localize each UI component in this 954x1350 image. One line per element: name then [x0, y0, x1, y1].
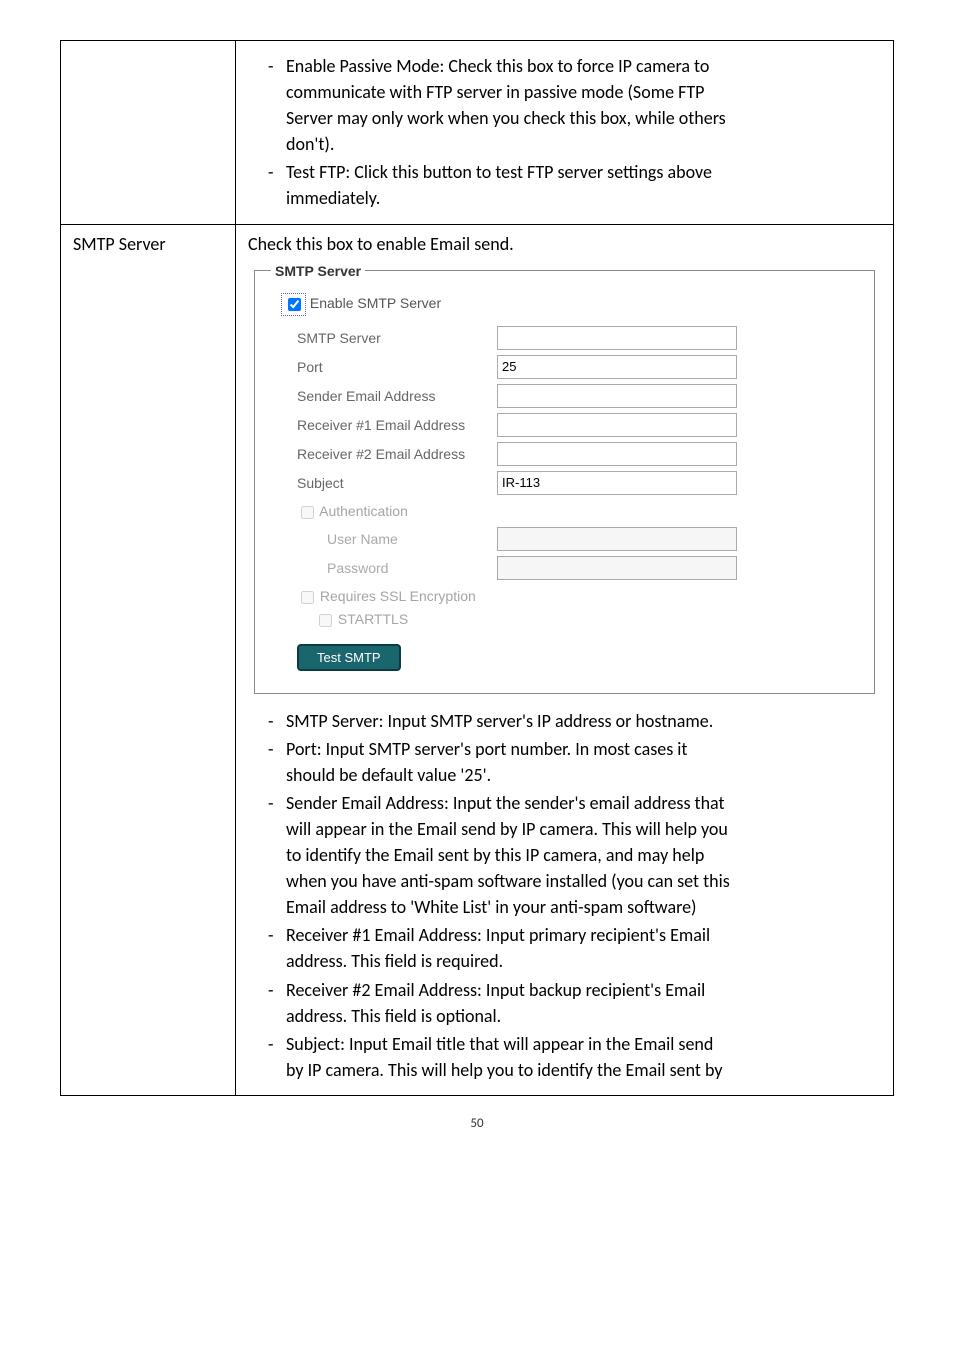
text-line: Enable Passive Mode: Check this box to f… — [286, 55, 709, 77]
intro-text: Check this box to enable Email send. — [248, 233, 881, 255]
recv2-input[interactable] — [497, 442, 737, 466]
text-line: Sender Email Address: Input the sender's… — [286, 792, 725, 814]
pass-label: Password — [297, 560, 497, 576]
user-label: User Name — [297, 531, 497, 547]
document-table: Enable Passive Mode: Check this box to f… — [60, 40, 894, 1096]
subject-label: Subject — [297, 475, 497, 491]
sender-input[interactable] — [497, 384, 737, 408]
text-line: don't). — [286, 133, 334, 155]
ssl-label: Requires SSL Encryption — [320, 588, 476, 604]
starttls-label: STARTTLS — [338, 611, 408, 627]
row1-right-cell: Check this box to enable Email send. SMT… — [236, 224, 894, 1095]
test-smtp-button[interactable]: Test SMTP — [297, 644, 401, 671]
smtp-server-label: SMTP Server — [297, 330, 497, 346]
smtp-fieldset: SMTP Server Enable SMTP Server SMTP Serv… — [254, 263, 875, 694]
page-number: 50 — [60, 1116, 894, 1131]
text-line: address. This field is required. — [286, 950, 503, 972]
text-line: Email address to 'White List' in your an… — [286, 896, 697, 918]
bullet-recv1: Receiver #1 Email Address: Input primary… — [268, 922, 881, 974]
row0-left-cell — [61, 41, 236, 225]
port-input[interactable] — [497, 355, 737, 379]
user-input[interactable] — [497, 527, 737, 551]
pass-input[interactable] — [497, 556, 737, 580]
enable-smtp-label: Enable SMTP Server — [310, 295, 441, 311]
row0-right-cell: Enable Passive Mode: Check this box to f… — [236, 41, 894, 225]
text-line: immediately. — [286, 187, 380, 209]
enable-smtp-wrap — [281, 293, 306, 316]
recv1-label: Receiver #1 Email Address — [297, 417, 497, 433]
bullet-smtp-server: SMTP Server: Input SMTP server's IP addr… — [268, 708, 881, 734]
text-line: when you have anti-spam software install… — [286, 870, 730, 892]
text-line: Receiver #2 Email Address: Input backup … — [286, 979, 705, 1001]
text-line: Test FTP: Click this button to test FTP … — [286, 161, 712, 183]
row1-left-cell: SMTP Server — [61, 224, 236, 1095]
text-line: Subject: Input Email title that will app… — [286, 1033, 713, 1055]
text-line: will appear in the Email send by IP came… — [286, 818, 728, 840]
text-line: Port: Input SMTP server's port number. I… — [286, 738, 687, 760]
text-line: address. This field is optional. — [286, 1005, 501, 1027]
bullet-sender: Sender Email Address: Input the sender's… — [268, 790, 881, 920]
auth-label: Authentication — [319, 503, 408, 519]
subject-input[interactable] — [497, 471, 737, 495]
smtp-legend: SMTP Server — [271, 263, 365, 279]
text-line: should be default value '25'. — [286, 764, 491, 786]
ssl-checkbox[interactable] — [301, 591, 314, 604]
text-line: Receiver #1 Email Address: Input primary… — [286, 924, 710, 946]
text-line: Server may only work when you check this… — [286, 107, 726, 129]
bullet-recv2: Receiver #2 Email Address: Input backup … — [268, 977, 881, 1029]
text-line: by IP camera. This will help you to iden… — [286, 1059, 722, 1081]
bullet-test-ftp: Test FTP: Click this button to test FTP … — [268, 159, 881, 211]
auth-checkbox[interactable] — [301, 506, 314, 519]
starttls-checkbox[interactable] — [319, 614, 332, 627]
port-label: Port — [297, 359, 497, 375]
sender-label: Sender Email Address — [297, 388, 497, 404]
recv2-label: Receiver #2 Email Address — [297, 446, 497, 462]
bullet-subject: Subject: Input Email title that will app… — [268, 1031, 881, 1083]
text-line: to identify the Email sent by this IP ca… — [286, 844, 704, 866]
recv1-input[interactable] — [497, 413, 737, 437]
text-line: communicate with FTP server in passive m… — [286, 81, 704, 103]
smtp-server-input[interactable] — [497, 326, 737, 350]
enable-smtp-checkbox[interactable] — [288, 298, 301, 311]
bullet-passive-mode: Enable Passive Mode: Check this box to f… — [268, 53, 881, 157]
bullet-port: Port: Input SMTP server's port number. I… — [268, 736, 881, 788]
